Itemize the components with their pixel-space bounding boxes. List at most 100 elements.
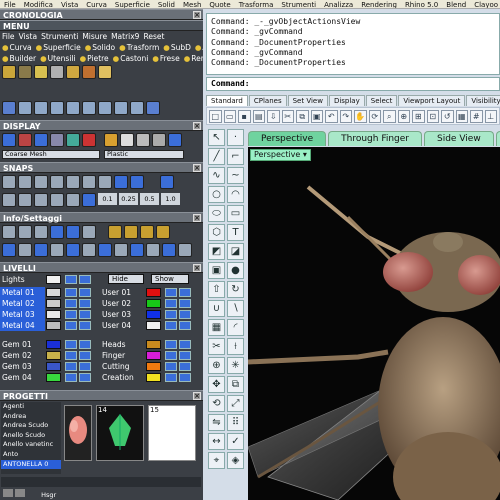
layer-row[interactable]: Finger (100, 350, 145, 361)
layer-toggle[interactable] (65, 362, 77, 371)
layer-toggle[interactable] (65, 340, 77, 349)
snap-center-icon[interactable] (66, 175, 80, 189)
layer-color-swatch[interactable] (146, 321, 161, 330)
snap-value[interactable]: 0.25 (119, 193, 138, 205)
taper-icon[interactable] (130, 101, 144, 115)
lights-lock-toggle[interactable] (79, 275, 91, 284)
snap-planar-icon[interactable] (50, 193, 64, 207)
ellipse-icon[interactable]: ⬭ (208, 205, 225, 222)
dimension-icon[interactable]: ↔ (208, 433, 225, 450)
scale-icon[interactable]: ⤢ (227, 395, 244, 412)
layer-color-swatch[interactable] (46, 321, 61, 330)
menu-item-rendering[interactable]: Rendering (357, 1, 401, 8)
snap-tan-icon[interactable] (114, 175, 128, 189)
layer-toggle[interactable] (79, 310, 91, 319)
flow-icon[interactable] (82, 101, 96, 115)
cut-icon[interactable]: ✂ (281, 110, 294, 123)
project-thumbnail[interactable] (64, 405, 92, 461)
ghosted-icon[interactable] (50, 133, 64, 147)
layer-toggle[interactable] (79, 362, 91, 371)
cronologia-title[interactable]: CRONOLOGIA × (0, 9, 203, 20)
bend-icon[interactable] (114, 101, 128, 115)
toolbar-tab[interactable]: CPlanes (248, 95, 287, 106)
pan-icon[interactable]: ✋ (354, 110, 367, 123)
layer-color-swatch[interactable] (46, 340, 61, 349)
panel-menu-item[interactable]: Pietre (87, 54, 109, 63)
array-icon[interactable]: ⠿ (227, 414, 244, 431)
panel-menu-item[interactable]: Superficie (43, 43, 81, 52)
project-thumbnail-empty[interactable]: 15 (148, 405, 196, 461)
solid-box-icon[interactable]: ▣ (208, 262, 225, 279)
polyline-icon[interactable]: ⌐ (227, 148, 244, 165)
circle-icon[interactable] (146, 101, 160, 115)
layer-toggle[interactable] (165, 351, 177, 360)
layer-toggle[interactable] (79, 299, 91, 308)
snap-mid-icon[interactable] (50, 175, 64, 189)
layer-toggle[interactable] (179, 288, 191, 297)
menu-item-strumenti[interactable]: Strumenti (277, 1, 320, 8)
new-file-icon[interactable]: □ (209, 110, 222, 123)
menu-title[interactable]: MENU (0, 20, 203, 31)
line-icon[interactable]: ╱ (208, 148, 225, 165)
analyze-icon[interactable] (2, 243, 16, 257)
wireframe-icon[interactable] (2, 133, 16, 147)
curvature-icon[interactable] (130, 243, 144, 257)
rotate-icon[interactable]: ⟲ (208, 395, 225, 412)
menu-item-quote[interactable]: Quote (205, 1, 234, 8)
rotate-icon[interactable] (18, 101, 32, 115)
layer-color-swatch[interactable] (46, 362, 61, 371)
layer-row[interactable]: Metal 02 (0, 298, 45, 309)
close-icon[interactable]: × (193, 122, 201, 130)
explode-icon[interactable]: ✳ (227, 357, 244, 374)
layer-color-swatch[interactable] (146, 310, 161, 319)
menu-item-mesh[interactable]: Mesh (179, 1, 205, 8)
join-icon[interactable]: ⊕ (208, 357, 225, 374)
project-add-icon[interactable] (3, 489, 13, 497)
layer-toggle[interactable] (179, 310, 191, 319)
lights-layer[interactable]: Lights (0, 274, 50, 285)
snap-point-icon[interactable] (34, 175, 48, 189)
material-silver-icon[interactable] (120, 133, 134, 147)
close-icon[interactable]: × (193, 392, 201, 400)
snap-project-icon[interactable] (34, 193, 48, 207)
material-select[interactable]: Plastic (104, 150, 184, 159)
measure-icon[interactable] (18, 243, 32, 257)
solid-sphere-icon[interactable]: ● (227, 262, 244, 279)
area-icon[interactable] (114, 243, 128, 257)
circle-icon[interactable]: ○ (208, 186, 225, 203)
render-icon[interactable]: ◈ (227, 452, 244, 469)
ring-icon[interactable] (18, 65, 32, 79)
layer-toggle[interactable] (179, 299, 191, 308)
menu-item-file[interactable]: File (0, 1, 20, 8)
grid-snap-icon[interactable]: # (470, 110, 483, 123)
distance-icon[interactable] (66, 243, 80, 257)
undo-icon[interactable]: ↶ (325, 110, 338, 123)
layer-toggle[interactable] (65, 351, 77, 360)
fillet-icon[interactable]: ◜ (227, 319, 244, 336)
save-icon[interactable]: ▪ (238, 110, 251, 123)
copy-icon[interactable]: ⧉ (296, 110, 309, 123)
menu-item-vista[interactable]: Vista (57, 1, 82, 8)
project-list-item[interactable]: Anto (1, 450, 61, 460)
layers-icon[interactable] (34, 225, 48, 239)
gem-icon[interactable] (2, 65, 16, 79)
command-line[interactable]: Command: (206, 77, 500, 91)
twist-icon[interactable] (98, 101, 112, 115)
surface-edge-icon[interactable]: ◪ (227, 243, 244, 260)
zoom-extents-icon[interactable]: ⊞ (412, 110, 425, 123)
check-icon[interactable]: ✓ (227, 433, 244, 450)
snap-end-icon[interactable] (2, 175, 16, 189)
settings-icon[interactable] (2, 225, 16, 239)
move-icon[interactable] (2, 101, 16, 115)
layer-color-swatch[interactable] (46, 299, 61, 308)
shaded-icon[interactable] (18, 133, 32, 147)
layer-row[interactable]: Gem 01 (0, 339, 45, 350)
panel-menu-item[interactable]: Utensili (48, 54, 76, 63)
material-editor-icon[interactable] (124, 225, 138, 239)
layer-row[interactable]: Metal 03 (0, 309, 45, 320)
project-list-item[interactable]: Andrea Scudo (1, 421, 61, 431)
material-gold-icon[interactable] (104, 133, 118, 147)
snap-osnap-icon[interactable] (82, 193, 96, 207)
menu-item-superficie[interactable]: Superficie (111, 1, 154, 8)
progetti-title[interactable]: PROGETTI × (0, 390, 203, 401)
